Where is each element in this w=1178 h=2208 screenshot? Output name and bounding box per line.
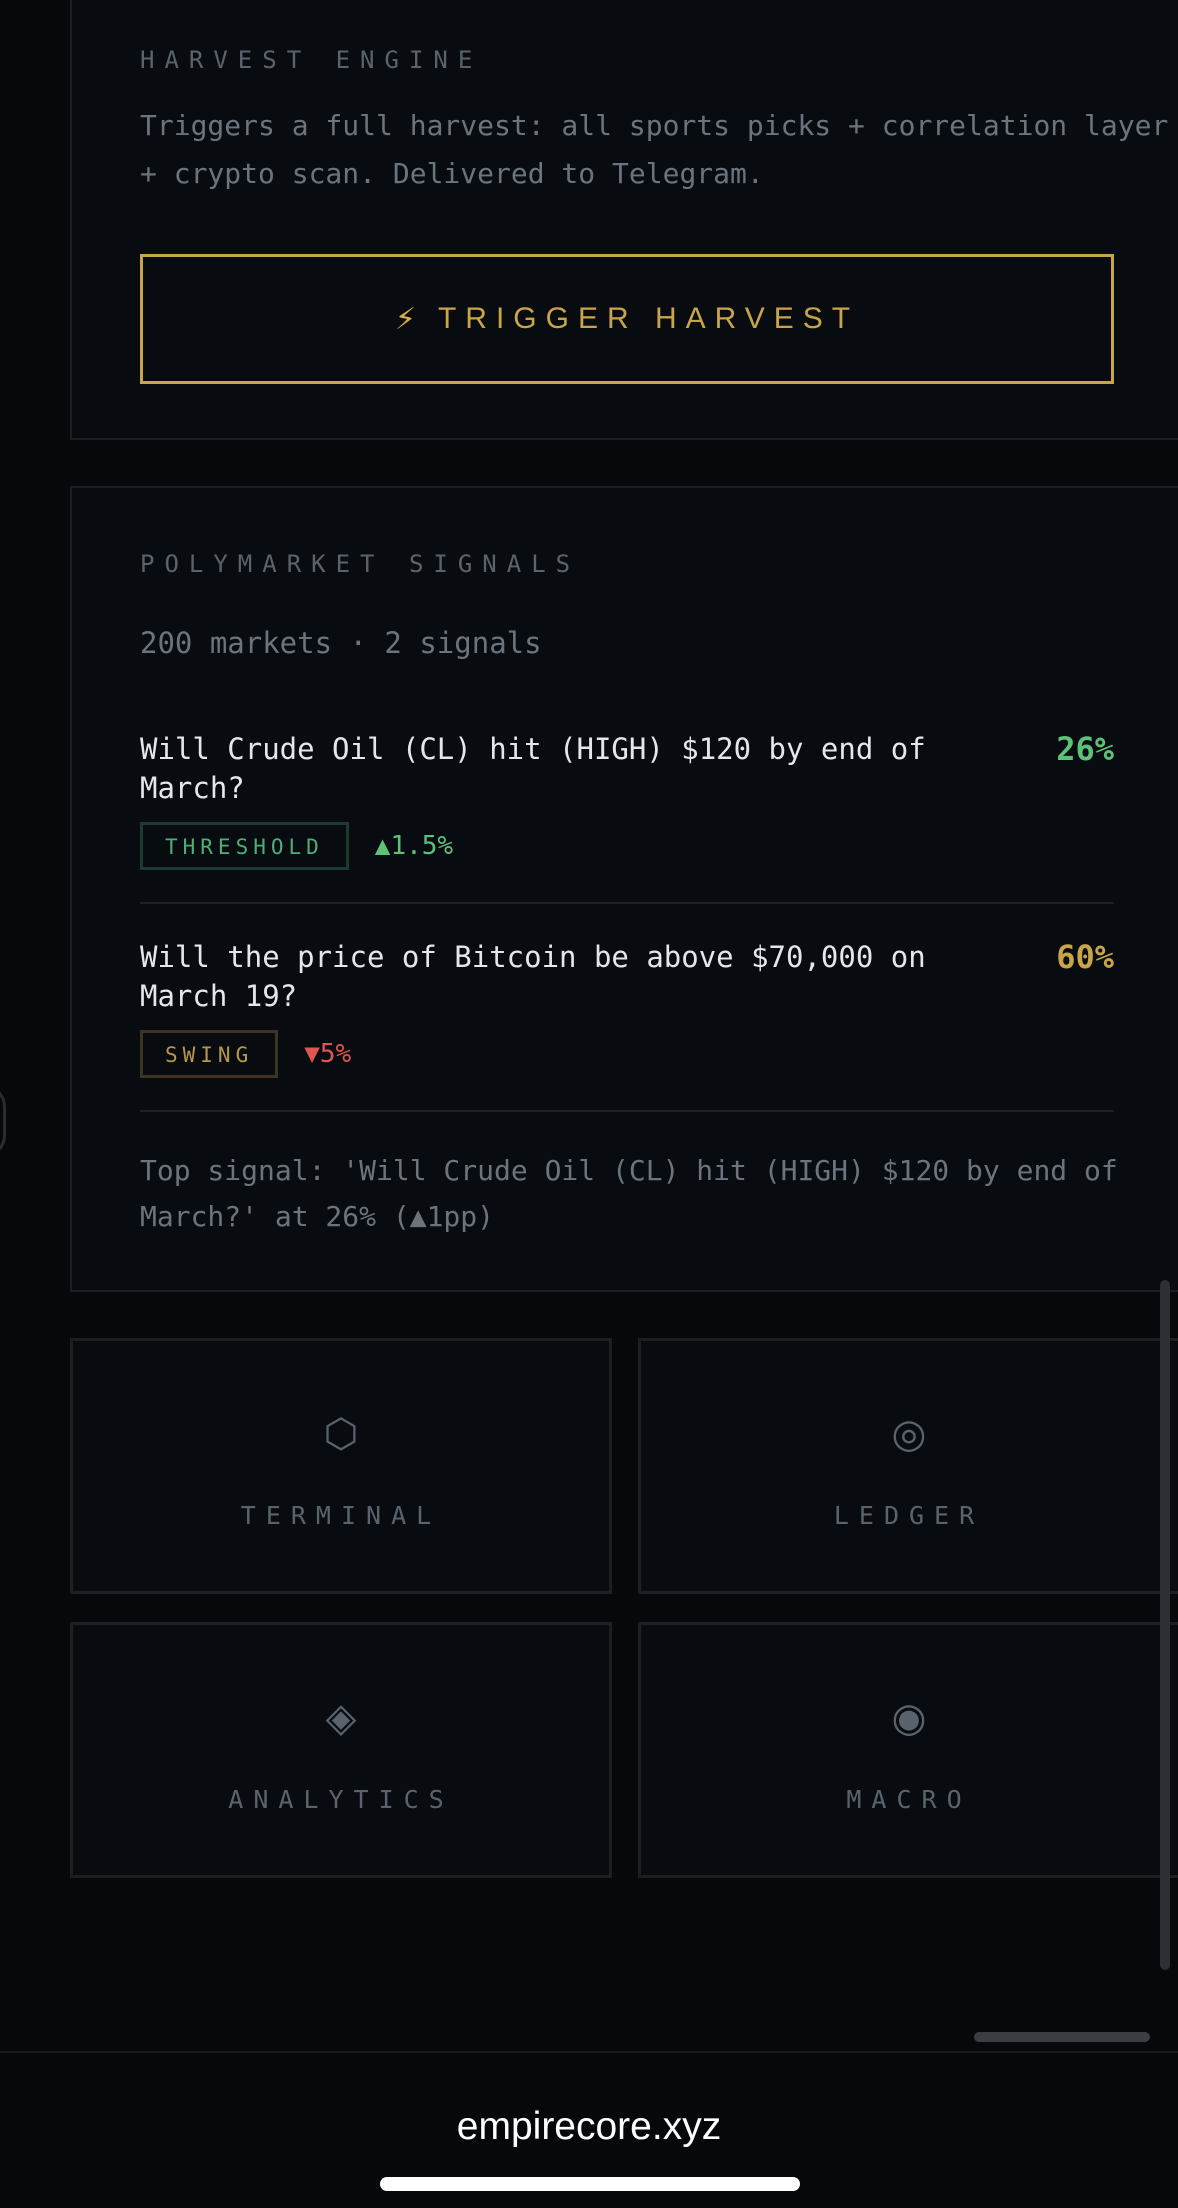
app-root: HARVEST ENGINE Triggers a full harvest: … <box>0 0 1178 2208</box>
home-indicator[interactable] <box>380 2177 800 2191</box>
signal-tag-badge: THRESHOLD <box>140 822 349 870</box>
signal-divider <box>140 1110 1114 1112</box>
trigger-harvest-button[interactable]: ⚡ TRIGGER HARVEST <box>140 254 1114 384</box>
lightning-icon: ⚡ <box>394 301 416 337</box>
macro-label: MACRO <box>846 1785 972 1814</box>
ledger-tile[interactable]: ◎ LEDGER <box>638 1338 1178 1594</box>
trigger-harvest-label: TRIGGER HARVEST <box>437 302 860 335</box>
harvest-engine-panel: HARVEST ENGINE Triggers a full harvest: … <box>70 0 1178 440</box>
harvest-engine-description: Triggers a full harvest: all sports pick… <box>140 109 1169 190</box>
macro-tile[interactable]: ◉ MACRO <box>638 1622 1178 1878</box>
analytics-tile[interactable]: ◈ ANALYTICS <box>70 1622 612 1878</box>
terminal-tile[interactable]: ⬡ TERMINAL <box>70 1338 612 1594</box>
browser-address-bar: empirecore.xyz <box>0 2051 1178 2208</box>
ledger-label: LEDGER <box>833 1501 985 1530</box>
analytics-label: ANALYTICS <box>228 1785 454 1814</box>
harvest-engine-heading: HARVEST ENGINE <box>140 46 483 74</box>
diamond-icon: ◈ <box>325 1695 357 1741</box>
polymarket-signals-panel: POLYMARKET SIGNALS 200 markets · 2 signa… <box>70 486 1178 1292</box>
signal-question: Will the price of Bitcoin be above $70,0… <box>140 940 926 1013</box>
signal-divider <box>140 902 1114 904</box>
signal-delta: ▲1.5% <box>374 831 454 861</box>
vertical-scrollbar[interactable] <box>1160 1280 1170 1970</box>
markets-summary: 200 markets · 2 signals <box>140 626 542 660</box>
signal-item[interactable]: Will Crude Oil (CL) hit (HIGH) $120 by e… <box>140 730 1114 870</box>
polymarket-signals-heading: POLYMARKET SIGNALS <box>140 550 581 578</box>
signal-tag-badge: SWING <box>140 1030 279 1078</box>
signal-question: Will Crude Oil (CL) hit (HIGH) $120 by e… <box>140 732 926 805</box>
signal-item[interactable]: Will the price of Bitcoin be above $70,0… <box>140 938 1114 1078</box>
signal-probability: 26% <box>1056 730 1114 768</box>
top-signal-summary: Top signal: 'Will Crude Oil (CL) hit (HI… <box>140 1154 1118 1233</box>
edge-handle[interactable] <box>0 1084 6 1158</box>
hexagon-icon: ⬡ <box>323 1411 359 1457</box>
terminal-label: TERMINAL <box>240 1501 442 1530</box>
globe-dot-icon: ◉ <box>891 1695 927 1741</box>
url-text[interactable]: empirecore.xyz <box>0 2105 1178 2149</box>
signal-delta: ▼5% <box>304 1039 352 1069</box>
signal-probability: 60% <box>1056 938 1114 976</box>
target-icon: ◎ <box>891 1411 927 1457</box>
horizontal-scrollbar[interactable] <box>974 2032 1150 2042</box>
